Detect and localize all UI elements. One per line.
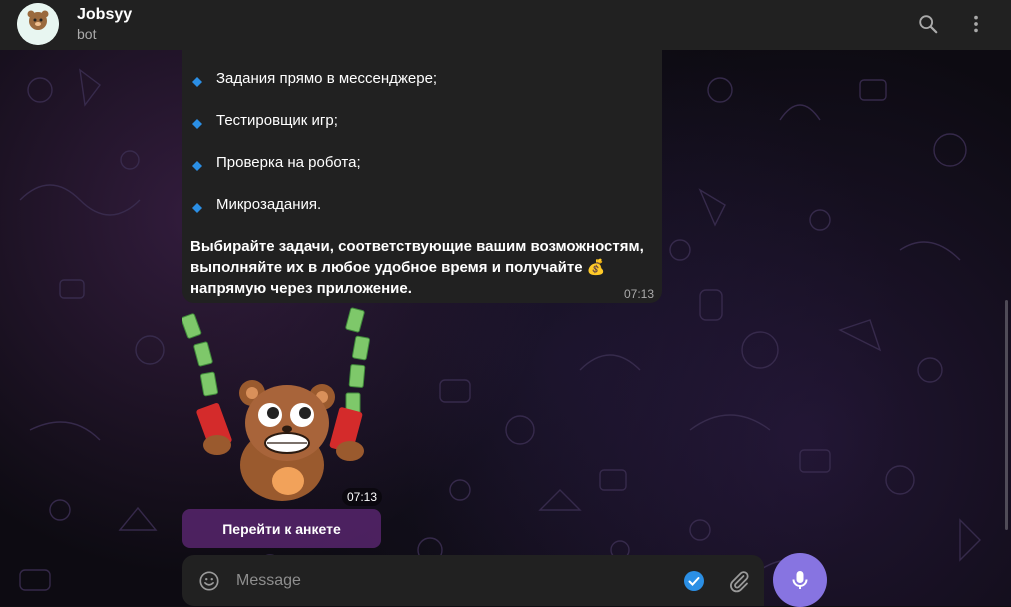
blue-diamond-icon <box>192 116 202 129</box>
list-item-text: Проверка на робота; <box>216 154 361 171</box>
list-item: Задания прямо в мессенджере; <box>192 70 437 87</box>
list-item: Микрозадания. <box>192 196 321 213</box>
message-time: 07:13 <box>624 287 655 301</box>
microphone-icon <box>792 571 808 589</box>
bear-logo-icon <box>17 3 59 45</box>
paragraph-text: Выбирайте задачи, соответствующие вашим … <box>190 238 644 276</box>
scrollbar[interactable] <box>1005 300 1008 530</box>
list-item-text: Задания прямо в мессенджере; <box>216 70 438 87</box>
message-input[interactable]: Message <box>236 572 301 590</box>
open-form-button[interactable]: Перейти к анкете <box>182 509 381 548</box>
message-bubble: Задания прямо в мессенджере; Тестировщик… <box>182 50 662 303</box>
list-item-text: Микрозадания. <box>216 196 322 213</box>
money-bag-emoji: 💰 <box>586 259 606 276</box>
paragraph-text-end: напрямую через приложение. <box>190 280 412 297</box>
bear-money-sticker[interactable] <box>180 305 382 505</box>
chat-title[interactable]: Jobsyy <box>77 6 132 24</box>
blue-diamond-icon <box>192 158 202 171</box>
more-vertical-icon[interactable] <box>963 11 989 37</box>
message-composer: Message <box>182 555 764 606</box>
chat-header: Jobsyy bot <box>0 0 1011 50</box>
message-paragraph: Выбирайте задачи, соответствующие вашим … <box>190 236 650 299</box>
emoji-icon[interactable] <box>198 570 220 597</box>
search-icon[interactable] <box>915 11 941 37</box>
bot-avatar[interactable] <box>17 3 59 45</box>
list-item: Тестировщик игр; <box>192 112 338 129</box>
microphone-button[interactable] <box>773 553 827 607</box>
list-item-text: Тестировщик игр; <box>216 112 338 129</box>
attach-icon[interactable] <box>727 569 751 598</box>
blue-diamond-icon <box>192 74 202 87</box>
blue-diamond-icon <box>192 200 202 213</box>
list-item: Проверка на робота; <box>192 154 361 171</box>
chat-status: bot <box>77 26 97 42</box>
check-icon[interactable] <box>684 571 704 596</box>
sticker-time: 07:13 <box>342 488 383 506</box>
